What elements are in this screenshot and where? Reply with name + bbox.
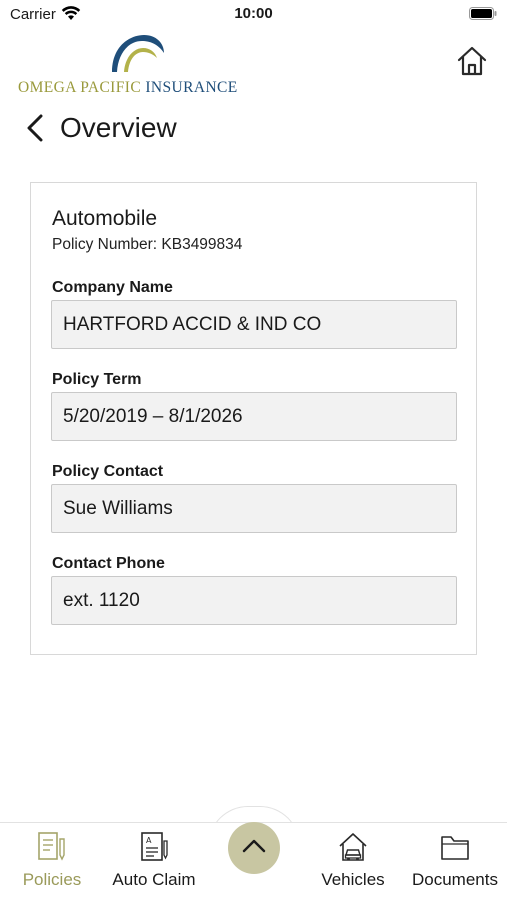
tab-policies[interactable]: Policies bbox=[12, 823, 92, 900]
tab-auto-claim[interactable]: A Auto Claim bbox=[104, 823, 204, 900]
logo-mark-icon bbox=[112, 35, 164, 72]
policy-number: Policy Number: KB3499834 bbox=[52, 236, 243, 253]
contact-phone-value: ext. 1120 bbox=[63, 590, 140, 611]
contact-phone-field: ext. 1120 bbox=[51, 576, 457, 625]
tab-label: Auto Claim bbox=[112, 870, 196, 889]
company-name-label: Company Name bbox=[52, 279, 173, 296]
tab-label: Policies bbox=[22, 870, 82, 889]
policies-icon bbox=[38, 832, 65, 861]
tab-documents[interactable]: Documents bbox=[405, 823, 505, 900]
policy-term-field: 5/20/2019 – 8/1/2026 bbox=[51, 392, 457, 441]
policy-card: Automobile Policy Number: KB3499834 Comp… bbox=[30, 182, 477, 655]
tab-label: Documents bbox=[412, 870, 498, 889]
status-time: 10:00 bbox=[234, 5, 273, 22]
battery-icon bbox=[469, 7, 497, 20]
company-logo: OMEGA PACIFIC INSURANCE bbox=[18, 32, 258, 96]
company-name-field: HARTFORD ACCID & IND CO bbox=[51, 300, 457, 349]
policy-term-value: 5/20/2019 – 8/1/2026 bbox=[63, 406, 243, 427]
expand-menu-button[interactable] bbox=[228, 822, 280, 874]
auto-claim-icon: A bbox=[141, 832, 168, 861]
logo-word-insurance: INSURANCE bbox=[145, 79, 238, 96]
status-bar: Carrier 10:00 bbox=[0, 0, 507, 30]
chevron-left-icon[interactable] bbox=[22, 111, 52, 145]
chevron-up-icon bbox=[242, 839, 266, 853]
logo-wordmark: OMEGA PACIFIC INSURANCE bbox=[18, 79, 238, 97]
svg-text:A: A bbox=[146, 836, 152, 845]
vehicles-icon bbox=[339, 833, 367, 861]
policy-term-label: Policy Term bbox=[52, 371, 142, 388]
logo-word-omega-pacific: OMEGA PACIFIC bbox=[18, 79, 142, 96]
policy-contact-field: Sue Williams bbox=[51, 484, 457, 533]
policy-contact-value: Sue Williams bbox=[63, 498, 173, 519]
policy-type: Automobile bbox=[52, 207, 158, 230]
tab-vehicles[interactable]: Vehicles bbox=[313, 823, 393, 900]
page-title: Overview bbox=[60, 112, 177, 143]
documents-icon bbox=[441, 836, 469, 860]
tab-label: Vehicles bbox=[321, 870, 385, 889]
policy-contact-label: Policy Contact bbox=[52, 463, 164, 480]
company-name-value: HARTFORD ACCID & IND CO bbox=[63, 314, 322, 335]
home-icon[interactable] bbox=[455, 44, 489, 78]
contact-phone-label: Contact Phone bbox=[52, 555, 165, 572]
